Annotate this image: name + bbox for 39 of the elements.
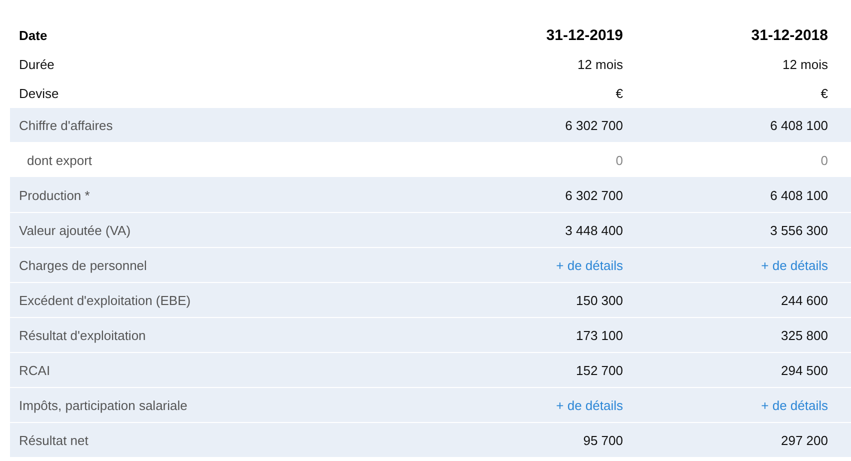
row-label: Charges de personnel [18, 258, 148, 272]
row-label: dont export [26, 152, 94, 168]
table-cell: 152 700 [576, 362, 623, 378]
table-cell: 95 700 [583, 432, 623, 448]
table-cell: 244 600 [781, 292, 828, 308]
row-label: Résultat net [18, 432, 90, 448]
header-value: € [820, 86, 828, 101]
details-link[interactable]: + de détails [556, 398, 623, 412]
table-cell: 6 302 700 [565, 118, 623, 132]
table-cell: 173 100 [576, 328, 623, 342]
table-cell: 294 500 [781, 362, 828, 378]
table-cell: 150 300 [576, 292, 623, 308]
details-link[interactable]: + de détails [556, 258, 623, 272]
header-label: Devise [18, 86, 60, 101]
header-label: Durée [18, 57, 56, 72]
table-cell: 6 408 100 [770, 188, 828, 202]
row-label: Chiffre d'affaires [18, 118, 114, 132]
table-cell: 297 200 [781, 432, 828, 448]
table-cell: 6 302 700 [565, 188, 623, 202]
table-cell: 3 556 300 [770, 222, 828, 238]
header-value: € [616, 86, 623, 101]
header-value: 31-12-2018 [751, 26, 828, 44]
row-label: Impôts, participation salariale [18, 398, 188, 412]
table-cell: 325 800 [781, 328, 828, 342]
row-label: Valeur ajoutée (VA) [18, 222, 132, 238]
row-label: Excédent d'exploitation (EBE) [18, 292, 192, 308]
header-label: Date [18, 28, 48, 42]
table-cell: 0 [820, 152, 828, 168]
row-label: Production * [18, 188, 91, 202]
row-label: RCAI [18, 362, 52, 378]
table-cell: 0 [616, 152, 623, 168]
table-cell: 6 408 100 [770, 118, 828, 132]
details-link[interactable]: + de détails [761, 258, 828, 272]
header-value: 31-12-2019 [546, 26, 623, 44]
header-value: 12 mois [782, 57, 828, 72]
table-cell: 3 448 400 [565, 222, 623, 238]
details-link[interactable]: + de détails [761, 398, 828, 412]
header-value: 12 mois [577, 57, 623, 72]
row-label: Résultat d'exploitation [18, 328, 147, 342]
